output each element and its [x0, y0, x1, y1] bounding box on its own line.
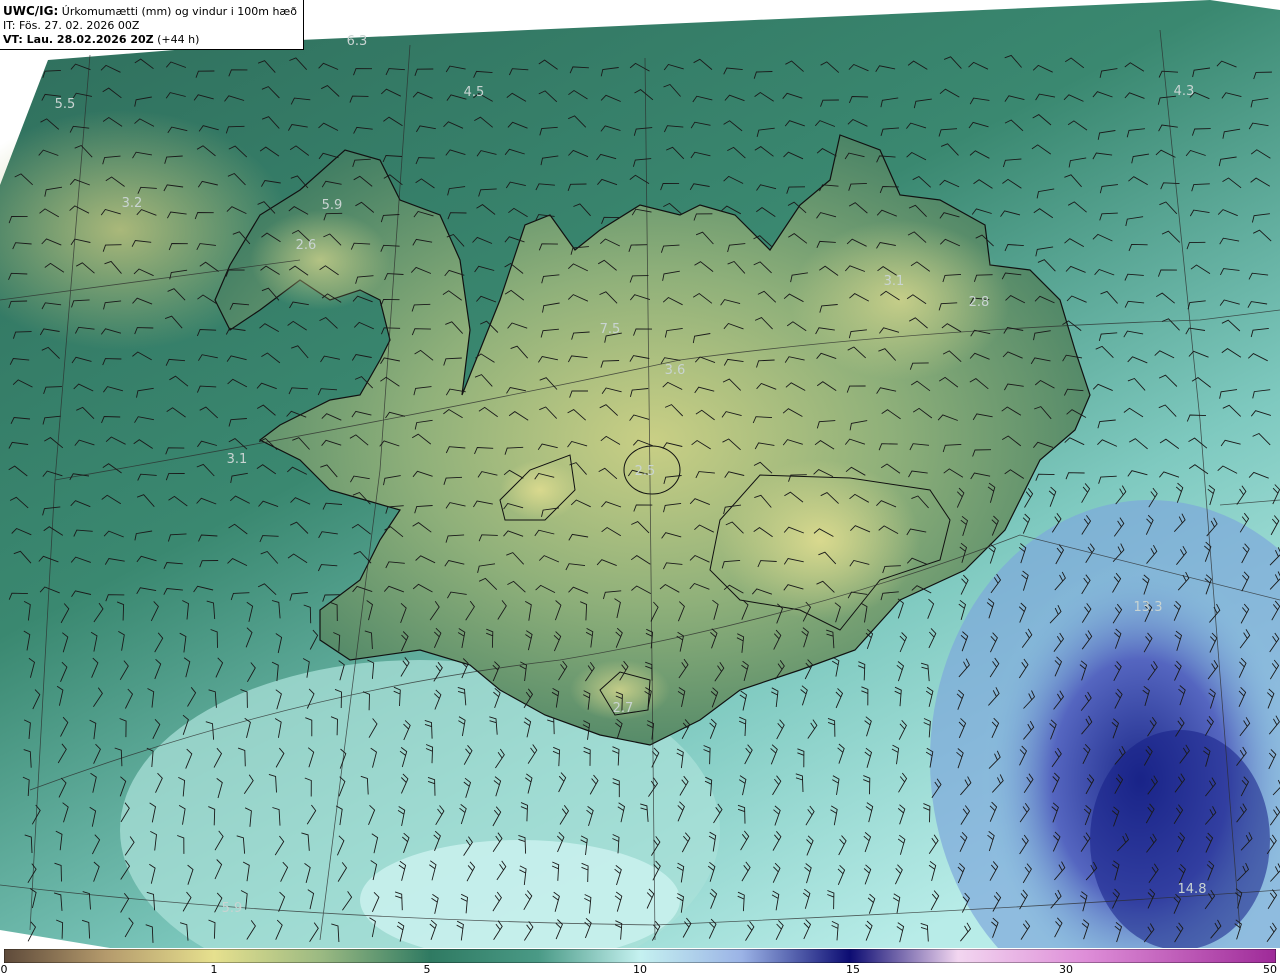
- value-label: 7.5: [600, 322, 621, 337]
- valid-time-line: VT: Lau. 28.02.2026 20Z (+44 h): [3, 33, 303, 47]
- value-label: 5.5: [55, 97, 76, 112]
- value-label: 13.3: [1134, 600, 1163, 615]
- valid-time: VT: Lau. 28.02.2026 20Z: [3, 33, 154, 46]
- value-label: 5.9: [322, 198, 343, 213]
- value-label: 2.5: [635, 464, 656, 479]
- value-label: 3.2: [122, 196, 143, 211]
- colorbar-tick: 1: [210, 963, 218, 976]
- value-label: 14.8: [1178, 882, 1207, 897]
- value-label: 3.1: [884, 274, 905, 289]
- forecast-hour: (+44 h): [157, 33, 200, 46]
- colorbar-tick: 10: [633, 963, 647, 976]
- colorbar-tick: 5: [423, 963, 431, 976]
- colorbar-tick: 30: [1059, 963, 1073, 976]
- value-label: 6.3: [347, 34, 368, 49]
- colorbar-tick: 50: [1263, 963, 1277, 976]
- colorbar-tick: 0: [0, 963, 8, 976]
- product-name: UWC/IG:: [3, 4, 59, 18]
- value-label: 5.9: [222, 901, 243, 916]
- product-description: Úrkomumætti (mm) og vindur i 100m hæð: [61, 5, 297, 18]
- value-label: 4.5: [464, 85, 485, 100]
- colorbar-tick: 15: [846, 963, 860, 976]
- value-label: 2.7: [613, 701, 634, 716]
- title-line: UWC/IG: Úrkomumætti (mm) og vindur i 100…: [3, 4, 303, 19]
- value-label: 2.8: [969, 295, 990, 310]
- weather-map: 6.3 4.5 4.3 5.5 3.2 5.9 2.6 3.1 2.8 7.5 …: [0, 0, 1280, 948]
- init-time: IT: Fös. 27. 02. 2026 00Z: [3, 19, 140, 32]
- colorbar: [4, 949, 1276, 963]
- value-label: 3.6: [665, 363, 686, 378]
- title-box: UWC/IG: Úrkomumætti (mm) og vindur i 100…: [0, 0, 304, 50]
- value-label: 4.3: [1174, 84, 1195, 99]
- colorbar-ticks: 0 1 5 10 15 30 50: [0, 963, 1280, 978]
- value-label: 2.6: [296, 238, 317, 253]
- value-label: 3.1: [227, 452, 248, 467]
